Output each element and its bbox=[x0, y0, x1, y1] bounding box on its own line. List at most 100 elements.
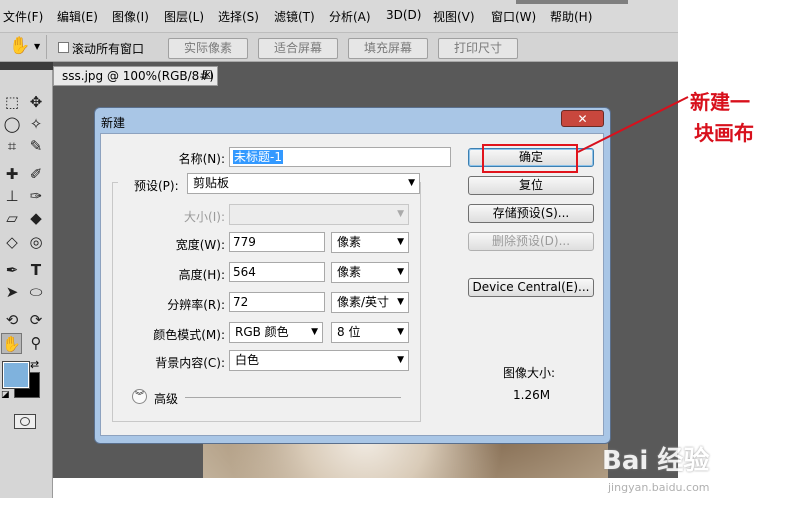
color-mode-select[interactable]: RGB 颜色 ▼ bbox=[229, 322, 323, 343]
chevron-down-icon: ▼ bbox=[311, 327, 318, 337]
name-input[interactable]: 未标题-1 bbox=[229, 147, 451, 167]
advanced-label[interactable]: 高级 bbox=[154, 390, 178, 407]
blur-tool-icon[interactable]: ◇ bbox=[2, 232, 22, 252]
clone-stamp-tool-icon[interactable]: ⊥ bbox=[2, 186, 22, 206]
quick-mask-icon[interactable] bbox=[14, 414, 36, 429]
resolution-input[interactable]: 72 bbox=[229, 292, 325, 312]
background-contents-label: 背景内容(C): bbox=[155, 356, 225, 370]
foreground-color-swatch[interactable] bbox=[2, 361, 30, 389]
document-close-icon[interactable]: ☒ bbox=[202, 68, 213, 82]
menu-filter[interactable]: 滤镜(T) bbox=[274, 8, 315, 25]
tool-preset-chevron-icon[interactable]: ▼ bbox=[34, 42, 40, 51]
bit-depth-value: 8 位 bbox=[337, 325, 361, 339]
background-contents-value: 白色 bbox=[235, 353, 260, 367]
menu-view[interactable]: 视图(V) bbox=[433, 8, 475, 25]
fill-screen-button[interactable]: 填充屏幕 bbox=[348, 38, 428, 59]
marquee-tool-icon[interactable]: ⬚ bbox=[2, 92, 22, 112]
menu-help[interactable]: 帮助(H) bbox=[550, 8, 592, 25]
menu-window[interactable]: 窗口(W) bbox=[491, 8, 536, 25]
advanced-expand-icon[interactable]: ︾ bbox=[132, 389, 147, 404]
height-unit-select[interactable]: 像素 ▼ bbox=[331, 262, 409, 283]
magic-wand-tool-icon[interactable]: ✧ bbox=[26, 114, 46, 134]
menu-edit[interactable]: 编辑(E) bbox=[57, 8, 98, 25]
color-mode-value: RGB 颜色 bbox=[235, 325, 289, 339]
save-preset-button[interactable]: 存储预设(S)... bbox=[468, 204, 594, 223]
path-selection-tool-icon[interactable]: ➤ bbox=[2, 282, 22, 302]
watermark-brand: Bai 经验 bbox=[602, 446, 710, 476]
zoom-tool-icon[interactable]: ⚲ bbox=[26, 333, 46, 353]
scroll-all-label: 滚动所有窗口 bbox=[72, 42, 145, 56]
annotation-arrow bbox=[577, 96, 689, 153]
width-unit-value: 像素 bbox=[337, 235, 362, 249]
3d-orbit-tool-icon[interactable]: ⟳ bbox=[26, 310, 46, 330]
advanced-divider bbox=[185, 397, 401, 398]
name-label: 名称(N): bbox=[178, 152, 225, 166]
chevron-down-icon: ▼ bbox=[397, 327, 404, 337]
eraser-tool-icon[interactable]: ▱ bbox=[2, 208, 22, 228]
image-size-label: 图像大小: bbox=[503, 366, 556, 380]
chevron-down-icon: ▼ bbox=[397, 297, 404, 307]
device-central-button[interactable]: Device Central(E)... bbox=[468, 278, 594, 297]
print-size-button[interactable]: 打印尺寸 bbox=[438, 38, 518, 59]
resolution-unit-select[interactable]: 像素/英寸 ▼ bbox=[331, 292, 409, 313]
color-mode-label: 颜色模式(M): bbox=[153, 328, 225, 342]
divider bbox=[46, 35, 47, 59]
chevron-down-icon: ▼ bbox=[397, 267, 404, 277]
hand-tool-icon[interactable]: ✋ bbox=[9, 36, 30, 56]
bit-depth-select[interactable]: 8 位 ▼ bbox=[331, 322, 409, 343]
menu-image[interactable]: 图像(I) bbox=[112, 8, 149, 25]
pen-tool-icon[interactable]: ✒ bbox=[2, 260, 22, 280]
chevron-down-icon: ▼ bbox=[397, 237, 404, 247]
chevron-down-icon: ▼ bbox=[397, 355, 404, 365]
document-tab-title: sss.jpg @ 100%(RGB/8#) bbox=[62, 69, 215, 83]
lasso-tool-icon[interactable]: ◯ bbox=[2, 114, 22, 134]
annotation-highlight-box bbox=[482, 144, 578, 173]
scroll-all-checkbox[interactable] bbox=[58, 42, 69, 53]
width-input[interactable]: 779 bbox=[229, 232, 325, 252]
preset-value: 剪贴板 bbox=[193, 176, 230, 190]
menu-layer[interactable]: 图层(L) bbox=[164, 8, 204, 25]
crop-tool-icon[interactable]: ⌗ bbox=[2, 136, 22, 156]
height-input[interactable]: 564 bbox=[229, 262, 325, 282]
move-tool-icon[interactable]: ✥ bbox=[26, 92, 46, 112]
image-size-value: 1.26M bbox=[513, 388, 551, 402]
type-tool-icon[interactable]: T bbox=[26, 260, 46, 280]
delete-preset-button[interactable]: 删除预设(D)... bbox=[468, 232, 594, 251]
height-label: 高度(H): bbox=[178, 268, 225, 282]
dialog-title: 新建 bbox=[101, 116, 126, 130]
background-contents-select[interactable]: 白色 ▼ bbox=[229, 350, 409, 371]
chevron-down-icon: ▼ bbox=[408, 178, 415, 188]
history-brush-tool-icon[interactable]: ✑ bbox=[26, 186, 46, 206]
size-select[interactable]: ▼ bbox=[229, 204, 409, 225]
title-strip bbox=[516, 0, 628, 4]
preset-select[interactable]: 剪贴板 ▼ bbox=[187, 173, 420, 194]
paint-bucket-tool-icon[interactable]: ◆ bbox=[26, 208, 46, 228]
swap-colors-icon[interactable]: ⇄ bbox=[30, 358, 39, 371]
menu-3d[interactable]: 3D(D) bbox=[386, 8, 421, 22]
shape-tool-icon[interactable]: ⬭ bbox=[26, 282, 46, 302]
resolution-unit-value: 像素/英寸 bbox=[337, 295, 390, 309]
menu-file[interactable]: 文件(F) bbox=[3, 8, 43, 25]
reset-button[interactable]: 复位 bbox=[468, 176, 594, 195]
menu-select[interactable]: 选择(S) bbox=[218, 8, 259, 25]
document-tab[interactable]: sss.jpg @ 100%(RGB/8#) ☒ bbox=[53, 66, 218, 86]
eyedropper-tool-icon[interactable]: ✎ bbox=[26, 136, 46, 156]
tools-panel-header bbox=[0, 62, 53, 70]
menu-analysis[interactable]: 分析(A) bbox=[329, 8, 371, 25]
width-unit-select[interactable]: 像素 ▼ bbox=[331, 232, 409, 253]
3d-rotate-tool-icon[interactable]: ⟲ bbox=[2, 310, 22, 330]
annotation-text-line2: 块画布 bbox=[694, 121, 754, 145]
resolution-label: 分辨率(R): bbox=[167, 298, 225, 312]
tools-panel: ⬚ ✥ ◯ ✧ ⌗ ✎ ✚ ✐ ⊥ ✑ ▱ ◆ ◇ ◎ ✒ T ➤ ⬭ ⟲ ⟳ … bbox=[0, 62, 53, 498]
height-unit-value: 像素 bbox=[337, 265, 362, 279]
healing-brush-tool-icon[interactable]: ✚ bbox=[2, 164, 22, 184]
brush-tool-icon[interactable]: ✐ bbox=[26, 164, 46, 184]
fit-screen-button[interactable]: 适合屏幕 bbox=[258, 38, 338, 59]
default-colors-icon[interactable]: ◪ bbox=[1, 390, 10, 400]
actual-pixels-button[interactable]: 实际像素 bbox=[168, 38, 248, 59]
dodge-tool-icon[interactable]: ◎ bbox=[26, 232, 46, 252]
options-bar: ✋ ▼ 滚动所有窗口 实际像素 适合屏幕 填充屏幕 打印尺寸 bbox=[0, 32, 678, 62]
size-label: 大小(I): bbox=[184, 210, 225, 224]
hand-tool-icon[interactable]: ✋ bbox=[1, 333, 22, 354]
annotation-text-line1: 新建一 bbox=[690, 90, 750, 114]
